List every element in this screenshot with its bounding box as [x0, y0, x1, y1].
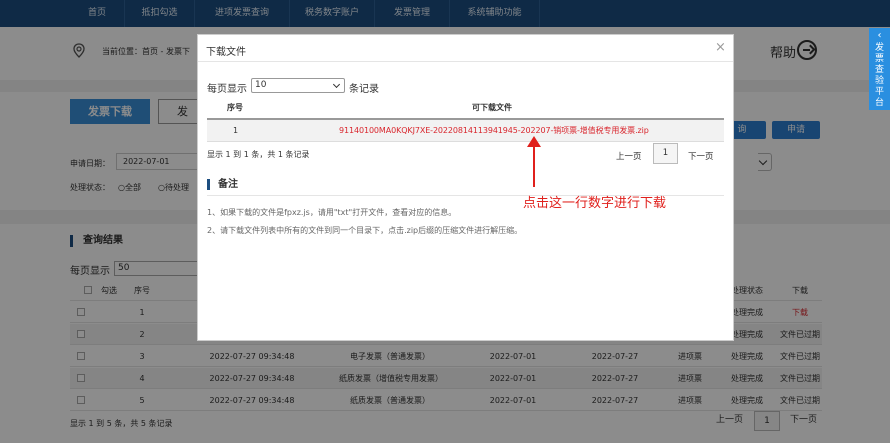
modal-per-page-select[interactable]: 10: [251, 78, 345, 93]
file-row-index: 1: [233, 126, 239, 135]
modal-next-button[interactable]: 下一页: [688, 150, 714, 162]
file-row: 1 91140100MA0KQKJ7XE-20220814113941945-2…: [207, 120, 724, 142]
modal-title: 下载文件: [206, 47, 246, 58]
note-item: 2、请下载文件列表中所有的文件到同一个目录下，点击.zip后缀的压缩文件进行解压…: [207, 226, 523, 235]
note-item: 1、如果下载的文件是fpxz.js，请用"txt"打开文件，查看对应的信息。: [207, 208, 457, 217]
modal-per-page-tail: 条记录: [349, 84, 379, 95]
modal-info: 显示 1 到 1 条，共 1 条记录: [207, 150, 310, 159]
chevron-left-icon: ‹: [877, 30, 882, 41]
side-tab-label: 发票查验平台: [874, 43, 884, 108]
invoice-verification-side-tab[interactable]: ‹ 发票查验平台: [869, 28, 890, 110]
file-download-link[interactable]: 91140100MA0KQKJ7XE-20220814113941945-202…: [339, 120, 649, 142]
modal-page-number[interactable]: 1: [653, 143, 678, 164]
notes-title: 备注: [207, 179, 238, 190]
close-icon[interactable]: ×: [715, 41, 726, 54]
annotation-arrow-line: [533, 143, 535, 187]
modal-divider: [198, 61, 733, 62]
modal-header-index: 序号: [227, 103, 243, 112]
annotation-text: 点击这一行数字进行下载: [523, 196, 667, 211]
download-file-modal: 下载文件 × 每页显示 10 条记录 序号 可下载文件 1 91140100MA…: [197, 34, 734, 341]
modal-per-page-label: 每页显示: [207, 84, 247, 95]
modal-header-file: 可下载文件: [472, 103, 512, 112]
modal-prev-button[interactable]: 上一页: [616, 150, 642, 162]
